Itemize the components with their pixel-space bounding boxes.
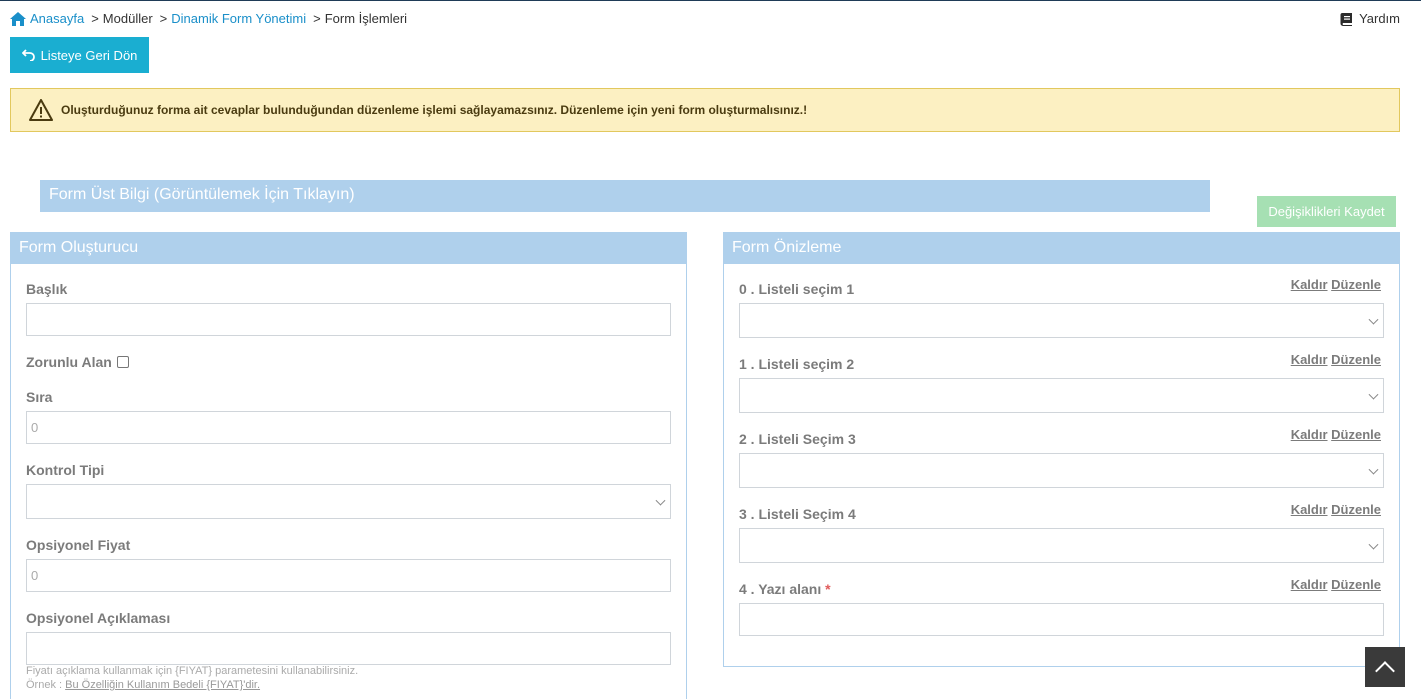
required-checkbox[interactable] bbox=[117, 356, 129, 368]
preview-item-actions: Kaldır Düzenle bbox=[1291, 577, 1381, 592]
required-field-label: Zorunlu Alan bbox=[26, 354, 112, 370]
undo-icon bbox=[21, 49, 35, 61]
breadcrumb-home-link[interactable]: Anasayfa bbox=[30, 11, 84, 26]
preview-text-input[interactable] bbox=[739, 603, 1384, 636]
edit-link[interactable]: Düzenle bbox=[1331, 502, 1381, 517]
edit-link[interactable]: Düzenle bbox=[1331, 352, 1381, 367]
example-prefix: Örnek : bbox=[26, 679, 66, 691]
preview-item-actions: Kaldır Düzenle bbox=[1291, 277, 1381, 292]
breadcrumb-dynamic-form-link[interactable]: Dinamik Form Yönetimi bbox=[171, 11, 306, 26]
optional-price-label: Opsiyonel Fiyat bbox=[26, 537, 131, 553]
optional-description-label: Opsiyonel Açıklaması bbox=[26, 610, 171, 626]
preview-text-label: 4 . Yazı alanı bbox=[739, 581, 822, 597]
back-to-list-button[interactable]: Listeye Geri Dön bbox=[10, 37, 149, 73]
form-header-toggle[interactable]: Form Üst Bilgi (Görüntülemek İçin Tıklay… bbox=[40, 180, 1210, 212]
preview-item-label: 0 . Listeli seçim 1 bbox=[739, 281, 855, 297]
chevron-down-icon bbox=[1368, 464, 1379, 475]
breadcrumb-separator: > bbox=[313, 11, 321, 26]
book-icon bbox=[1340, 12, 1353, 26]
title-input[interactable] bbox=[26, 303, 671, 336]
order-input[interactable]: 0 bbox=[26, 411, 671, 444]
breadcrumb-modules: Modüller bbox=[102, 11, 153, 26]
optional-price-input[interactable]: 0 bbox=[26, 559, 671, 592]
remove-link[interactable]: Kaldır bbox=[1291, 577, 1328, 592]
price-hint: Fiyatı açıklama kullanmak için {FIYAT} p… bbox=[26, 665, 359, 677]
title-label: Başlık bbox=[26, 281, 68, 297]
preview-item-actions: Kaldır Düzenle bbox=[1291, 352, 1381, 367]
preview-item-label: 2 . Listeli Seçim 3 bbox=[739, 431, 856, 447]
form-builder-panel: Form Oluşturucu Başlık Zorunlu Alan Sıra… bbox=[10, 232, 687, 699]
breadcrumb-separator: > bbox=[159, 11, 168, 26]
help-label: Yardım bbox=[1359, 11, 1400, 26]
preview-select[interactable] bbox=[739, 528, 1384, 563]
breadcrumb: Anasayfa > Modüller > Dinamik Form Yönet… bbox=[10, 11, 407, 26]
preview-item-label: 3 . Listeli Seçim 4 bbox=[739, 506, 856, 522]
chevron-up-icon bbox=[1375, 661, 1395, 681]
remove-link[interactable]: Kaldır bbox=[1291, 277, 1328, 292]
edit-link[interactable]: Düzenle bbox=[1331, 577, 1381, 592]
chevron-down-icon bbox=[655, 495, 666, 506]
form-builder-title: Form Oluşturucu bbox=[11, 233, 686, 264]
edit-link[interactable]: Düzenle bbox=[1331, 427, 1381, 442]
home-icon[interactable] bbox=[10, 11, 26, 26]
preview-select[interactable] bbox=[739, 378, 1384, 413]
preview-item-actions: Kaldır Düzenle bbox=[1291, 502, 1381, 517]
help-link[interactable]: Yardım bbox=[1339, 11, 1400, 26]
preview-item-actions: Kaldır Düzenle bbox=[1291, 427, 1381, 442]
remove-link[interactable]: Kaldır bbox=[1291, 352, 1328, 367]
chevron-down-icon bbox=[1368, 389, 1379, 400]
form-preview-title: Form Önizleme bbox=[724, 233, 1399, 264]
back-button-label: Listeye Geri Dön bbox=[40, 47, 138, 63]
breadcrumb-current: Form İşlemleri bbox=[324, 11, 408, 26]
remove-link[interactable]: Kaldır bbox=[1291, 427, 1328, 442]
alert-message: Oluşturduğunuz forma ait cevaplar bulund… bbox=[61, 103, 808, 117]
edit-link[interactable]: Düzenle bbox=[1331, 277, 1381, 292]
remove-link[interactable]: Kaldır bbox=[1291, 502, 1328, 517]
preview-item-label: 1 . Listeli seçim 2 bbox=[739, 356, 855, 372]
order-label: Sıra bbox=[26, 389, 53, 405]
control-type-label: Kontrol Tipi bbox=[26, 462, 105, 478]
save-changes-button[interactable]: Değişiklikleri Kaydet bbox=[1257, 196, 1396, 227]
preview-select[interactable] bbox=[739, 453, 1384, 488]
chevron-down-icon bbox=[1368, 314, 1379, 325]
warning-icon bbox=[29, 99, 53, 121]
price-example-hint: Örnek : Bu Özelliğin Kullanım Bedeli {FI… bbox=[26, 679, 260, 691]
warning-alert: Oluşturduğunuz forma ait cevaplar bulund… bbox=[10, 88, 1400, 132]
optional-description-input[interactable] bbox=[26, 632, 671, 665]
required-marker: * bbox=[825, 581, 831, 597]
preview-item-label: 4 . Yazı alanı * bbox=[739, 581, 831, 597]
chevron-down-icon bbox=[1368, 539, 1379, 550]
scroll-to-top-button[interactable] bbox=[1365, 647, 1405, 687]
control-type-select[interactable] bbox=[26, 484, 671, 519]
example-text: Bu Özelliğin Kullanım Bedeli {FIYAT}'dir… bbox=[65, 679, 261, 691]
breadcrumb-separator: > bbox=[91, 11, 99, 26]
form-preview-panel: Form Önizleme 0 . Listeli seçim 1 Kaldır… bbox=[723, 232, 1400, 667]
preview-select[interactable] bbox=[739, 303, 1384, 338]
